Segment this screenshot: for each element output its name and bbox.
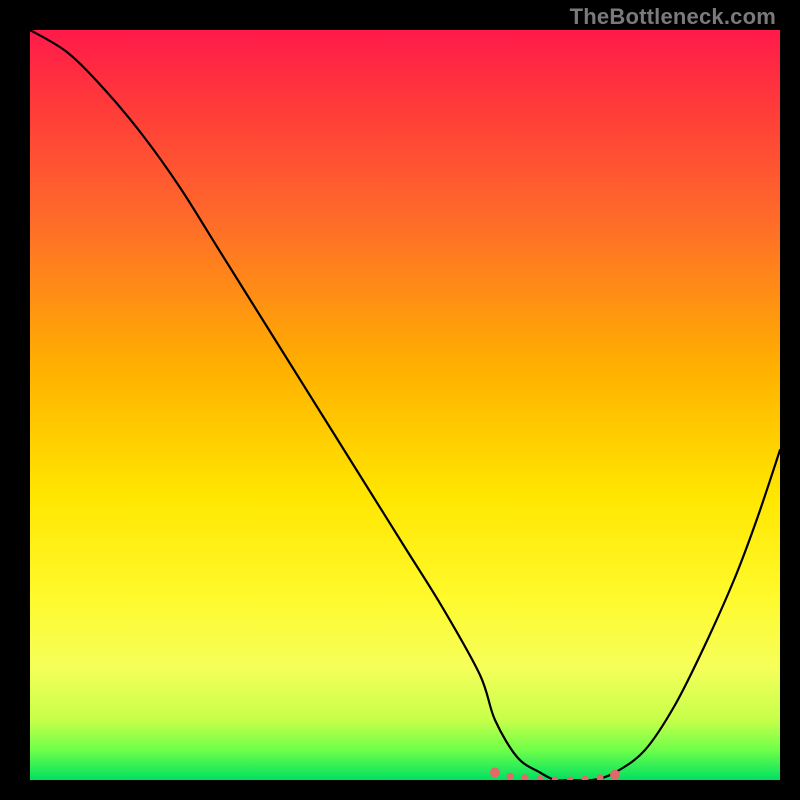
chart-svg [30, 30, 780, 780]
floor-marker [490, 768, 500, 778]
floor-marker [610, 770, 620, 780]
floor-marker [507, 773, 514, 780]
chart-stage: TheBottleneck.com [0, 0, 800, 800]
plot-area [30, 30, 780, 780]
watermark-label: TheBottleneck.com [570, 4, 776, 30]
bottleneck-curve [30, 30, 780, 780]
frame-border [0, 0, 30, 800]
frame-border [0, 780, 800, 800]
frame-border [780, 0, 800, 800]
floor-markers [490, 768, 620, 781]
